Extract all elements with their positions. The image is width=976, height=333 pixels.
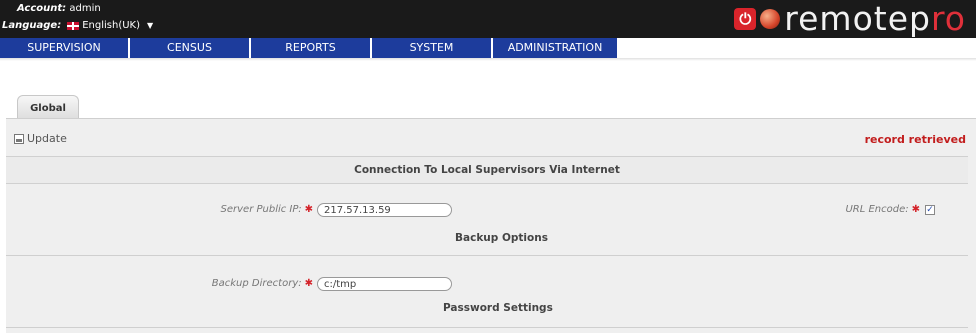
toolbar: Update record retrieved bbox=[6, 119, 976, 155]
nav-item-supervision[interactable]: SUPERVISION bbox=[0, 38, 130, 58]
backup-directory-input[interactable] bbox=[317, 277, 452, 291]
update-button[interactable]: Update bbox=[14, 132, 67, 145]
required-icon: ✱ bbox=[304, 204, 313, 215]
backup-directory-label-text: Backup Directory: bbox=[211, 278, 302, 289]
language-value: English(UK) bbox=[82, 20, 141, 31]
required-icon: ✱ bbox=[911, 204, 920, 215]
global-panel: Update record retrieved Connection To Lo… bbox=[6, 118, 976, 333]
logo-text-main: remotep bbox=[784, 0, 931, 38]
server-ip-label-text: Server Public IP: bbox=[220, 204, 302, 215]
main-nav: SUPERVISION CENSUS REPORTS SYSTEM ADMINI… bbox=[0, 38, 619, 58]
nav-item-administration[interactable]: ADMINISTRATION bbox=[493, 38, 619, 58]
remotepro-logo: ⏻ remotepro bbox=[734, 2, 966, 35]
required-icon: ✱ bbox=[304, 278, 313, 289]
section-title-password: Password Settings bbox=[443, 302, 553, 314]
uk-flag-icon bbox=[67, 21, 80, 30]
server-ip-input[interactable] bbox=[317, 203, 452, 217]
account-info: Account: admin bbox=[17, 3, 101, 14]
status-message: record retrieved bbox=[864, 133, 966, 146]
server-ip-label: Server Public IP: ✱ bbox=[156, 204, 313, 215]
url-encode-checkbox[interactable]: ✓ bbox=[925, 205, 935, 215]
save-icon bbox=[14, 133, 24, 144]
nav-shadow bbox=[0, 58, 976, 61]
nav-item-reports[interactable]: REPORTS bbox=[251, 38, 372, 58]
url-encode-label-text: URL Encode: bbox=[845, 204, 909, 215]
update-label: Update bbox=[27, 132, 67, 145]
account-label: Account: bbox=[17, 3, 67, 14]
nav-item-system[interactable]: SYSTEM bbox=[372, 38, 493, 58]
section-title-connection: Connection To Local Supervisors Via Inte… bbox=[6, 156, 968, 184]
tab-global[interactable]: Global bbox=[17, 95, 79, 120]
logo-wordmark: remotepro bbox=[784, 2, 966, 35]
backup-directory-label: Backup Directory: ✱ bbox=[156, 278, 313, 289]
connection-section: Server Public IP:✱ URL Encode:✱ ✓ Backup… bbox=[6, 183, 968, 244]
language-selector[interactable]: Language: English(UK) ▼ bbox=[2, 20, 153, 31]
top-header: Account: admin Language: English(UK) ▼ ⏻… bbox=[0, 0, 976, 38]
section-title-backup: Backup Options bbox=[455, 232, 548, 244]
url-encode-label: URL Encode: ✱ bbox=[786, 204, 920, 215]
backup-section: Backup Directory:✱ Password Settings bbox=[6, 256, 968, 314]
nav-item-census[interactable]: CENSUS bbox=[130, 38, 251, 58]
power-icon: ⏻ bbox=[734, 7, 757, 30]
section-divider bbox=[6, 327, 968, 328]
account-value: admin bbox=[69, 3, 101, 14]
logo-text-accent: ro bbox=[930, 0, 966, 38]
fireball-icon bbox=[760, 8, 781, 29]
language-label: Language: bbox=[2, 20, 62, 31]
chevron-down-icon[interactable]: ▼ bbox=[147, 21, 153, 30]
